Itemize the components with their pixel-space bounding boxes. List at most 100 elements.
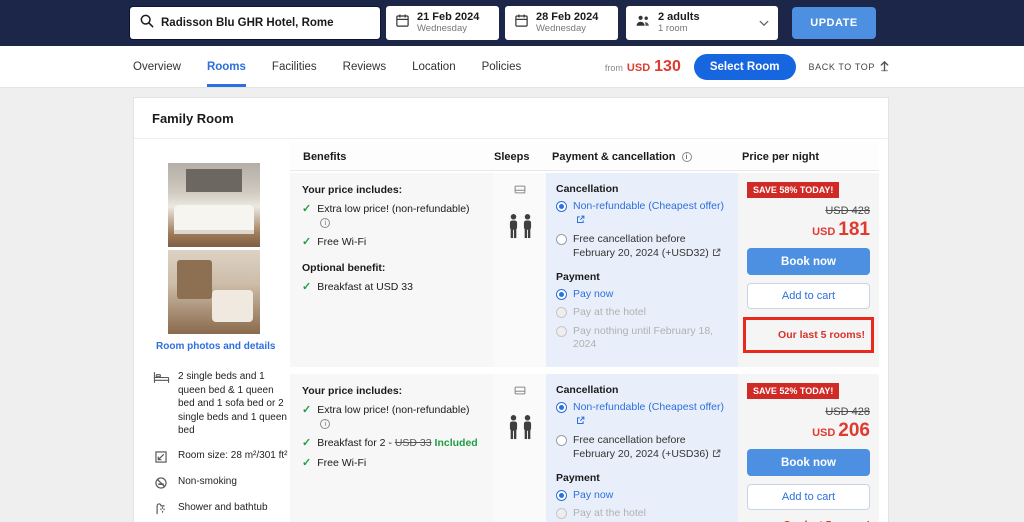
from-currency: USD xyxy=(627,62,650,74)
occupancy-selector[interactable]: 2 adults 1 room xyxy=(626,6,778,40)
room-photos-link[interactable]: Room photos and details xyxy=(156,341,290,352)
benefit-text: Extra low price! (non-refundable)i xyxy=(317,203,482,230)
external-link-icon xyxy=(712,449,721,463)
cancel-option-free-cancellation[interactable]: Free cancellation before February 20, 20… xyxy=(556,233,728,261)
from-price: from USD 130 xyxy=(605,58,681,76)
sleeps-cell xyxy=(494,374,546,522)
radio-selected[interactable] xyxy=(556,490,567,501)
sleeps-persons-icon xyxy=(508,213,533,240)
checkout-weekday: Wednesday xyxy=(536,24,598,35)
room-size-icon xyxy=(152,449,170,464)
current-price: USD181 xyxy=(747,219,870,241)
benefit-text: Free Wi-Fi xyxy=(317,457,366,471)
calendar-icon xyxy=(514,13,529,33)
tab-facilities[interactable]: Facilities xyxy=(272,46,317,87)
benefit-item: ✓ Extra low price! (non-refundable)i xyxy=(302,203,482,230)
benefits-cell: Your price includes: ✓ Extra low price! … xyxy=(290,173,494,367)
book-now-button[interactable]: Book now xyxy=(747,449,870,476)
cancellation-label: Cancellation xyxy=(556,384,728,396)
price-amount: 206 xyxy=(838,420,870,441)
cancel-option-label: Free cancellation before February 20, 20… xyxy=(573,434,728,462)
check-icon: ✓ xyxy=(302,281,311,294)
radio-unselected[interactable] xyxy=(556,234,567,245)
room-detail-list: 2 single beds and 1 queen bed & 1 queen … xyxy=(152,370,290,516)
radio-disabled xyxy=(556,326,567,337)
column-header-price: Price per night xyxy=(738,151,879,163)
room-photo-1[interactable] xyxy=(168,163,260,247)
benefit-text: Free Wi-Fi xyxy=(317,236,366,250)
payment-cancellation-cell: Cancellation Non-refundable (Cheapest of… xyxy=(546,374,738,522)
non-smoking-detail: Non-smoking xyxy=(152,475,290,490)
radio-unselected[interactable] xyxy=(556,435,567,446)
benefits-cell: Your price includes: ✓ Extra low price! … xyxy=(290,374,494,522)
pay-option-label: Pay at the hotel xyxy=(573,507,646,521)
cancel-option-label: Non-refundable (Cheapest offer) xyxy=(573,401,728,429)
info-icon[interactable]: i xyxy=(320,218,330,228)
room-size-text: Room size: 28 m²/301 ft² xyxy=(178,449,287,464)
back-to-top-label: BACK TO TOP xyxy=(809,62,875,72)
radio-selected[interactable] xyxy=(556,201,567,212)
shower-icon xyxy=(152,501,170,516)
tab-location[interactable]: Location xyxy=(412,46,455,87)
chevron-down-icon xyxy=(759,14,769,32)
pay-option-label: Pay at the hotel xyxy=(573,306,646,320)
update-search-button[interactable]: UPDATE xyxy=(792,7,876,39)
select-room-button[interactable]: Select Room xyxy=(694,54,796,80)
included-label: Included xyxy=(435,437,478,449)
beds-detail: 2 single beds and 1 queen bed & 1 queen … xyxy=(152,370,290,438)
radio-selected[interactable] xyxy=(556,289,567,300)
checkin-date-field[interactable]: 21 Feb 2024 Wednesday xyxy=(386,6,499,40)
cancel-option-label: Non-refundable (Cheapest offer) xyxy=(573,200,728,228)
cancel-option-nonrefundable[interactable]: Non-refundable (Cheapest offer) xyxy=(556,401,728,429)
add-to-cart-button[interactable]: Add to cart xyxy=(747,283,870,309)
destination-search-field[interactable] xyxy=(130,7,380,39)
strike-price: USD 33 xyxy=(395,437,432,449)
bath-detail: Shower and bathtub xyxy=(152,501,290,516)
room-card: Family Room Room photos and details 2 si… xyxy=(133,97,889,522)
pay-option-pay-now[interactable]: Pay now xyxy=(556,288,728,302)
benefit-text: Extra low price! (non-refundable)i xyxy=(317,404,482,431)
column-header-benefits: Benefits xyxy=(290,151,494,163)
tab-policies[interactable]: Policies xyxy=(482,46,522,87)
destination-search-input[interactable] xyxy=(161,17,371,29)
pay-option-pay-now[interactable]: Pay now xyxy=(556,489,728,503)
check-icon: ✓ xyxy=(302,404,311,417)
occupancy-rooms: 1 room xyxy=(658,24,752,35)
column-header-sleeps: Sleeps xyxy=(494,151,546,163)
bath-text: Shower and bathtub xyxy=(178,501,268,516)
tab-overview[interactable]: Overview xyxy=(133,46,181,87)
from-amount: 130 xyxy=(654,58,681,76)
cancel-option-label: Free cancellation before February 20, 20… xyxy=(573,233,728,261)
info-icon[interactable]: i xyxy=(320,419,330,429)
radio-selected[interactable] xyxy=(556,402,567,413)
benefit-item: ✓ Extra low price! (non-refundable)i xyxy=(302,404,482,431)
room-photos[interactable] xyxy=(168,163,260,334)
page-content: Family Room Room photos and details 2 si… xyxy=(0,88,1024,522)
payment-header-label: Payment & cancellation xyxy=(552,151,676,163)
cancel-option-nonrefundable[interactable]: Non-refundable (Cheapest offer) xyxy=(556,200,728,228)
pay-option-label: Pay nothing until February 18, 2024 xyxy=(573,325,728,352)
offer-row-2: Your price includes: ✓ Extra low price! … xyxy=(290,374,879,522)
room-size-detail: Room size: 28 m²/301 ft² xyxy=(152,449,290,464)
occupancy-adults: 2 adults xyxy=(658,11,752,24)
room-photo-2[interactable] xyxy=(168,250,260,334)
beds-text: 2 single beds and 1 queen bed & 1 queen … xyxy=(178,370,290,438)
info-icon[interactable]: i xyxy=(682,152,692,162)
non-smoking-text: Non-smoking xyxy=(178,475,237,490)
benefit-text: Breakfast at USD 33 xyxy=(317,281,413,295)
subnav-right-group: from USD 130 Select Room BACK TO TOP xyxy=(605,54,890,80)
optional-benefit-label: Optional benefit: xyxy=(302,262,482,274)
offers-table: Benefits Sleeps Payment & cancellation i… xyxy=(290,139,879,522)
cancel-option-free-cancellation[interactable]: Free cancellation before February 20, 20… xyxy=(556,434,728,462)
back-to-top-button[interactable]: BACK TO TOP xyxy=(809,59,890,74)
tab-reviews[interactable]: Reviews xyxy=(343,46,386,87)
occupancy-info-icon xyxy=(514,181,526,199)
room-title: Family Room xyxy=(134,98,888,139)
add-to-cart-button[interactable]: Add to cart xyxy=(747,484,870,510)
price-amount: 181 xyxy=(838,219,870,240)
from-label: from xyxy=(605,63,623,73)
book-now-button[interactable]: Book now xyxy=(747,248,870,275)
offer-row-1: Your price includes: ✓ Extra low price! … xyxy=(290,173,879,367)
tab-rooms[interactable]: Rooms xyxy=(207,46,246,87)
checkout-date-field[interactable]: 28 Feb 2024 Wednesday xyxy=(505,6,618,40)
